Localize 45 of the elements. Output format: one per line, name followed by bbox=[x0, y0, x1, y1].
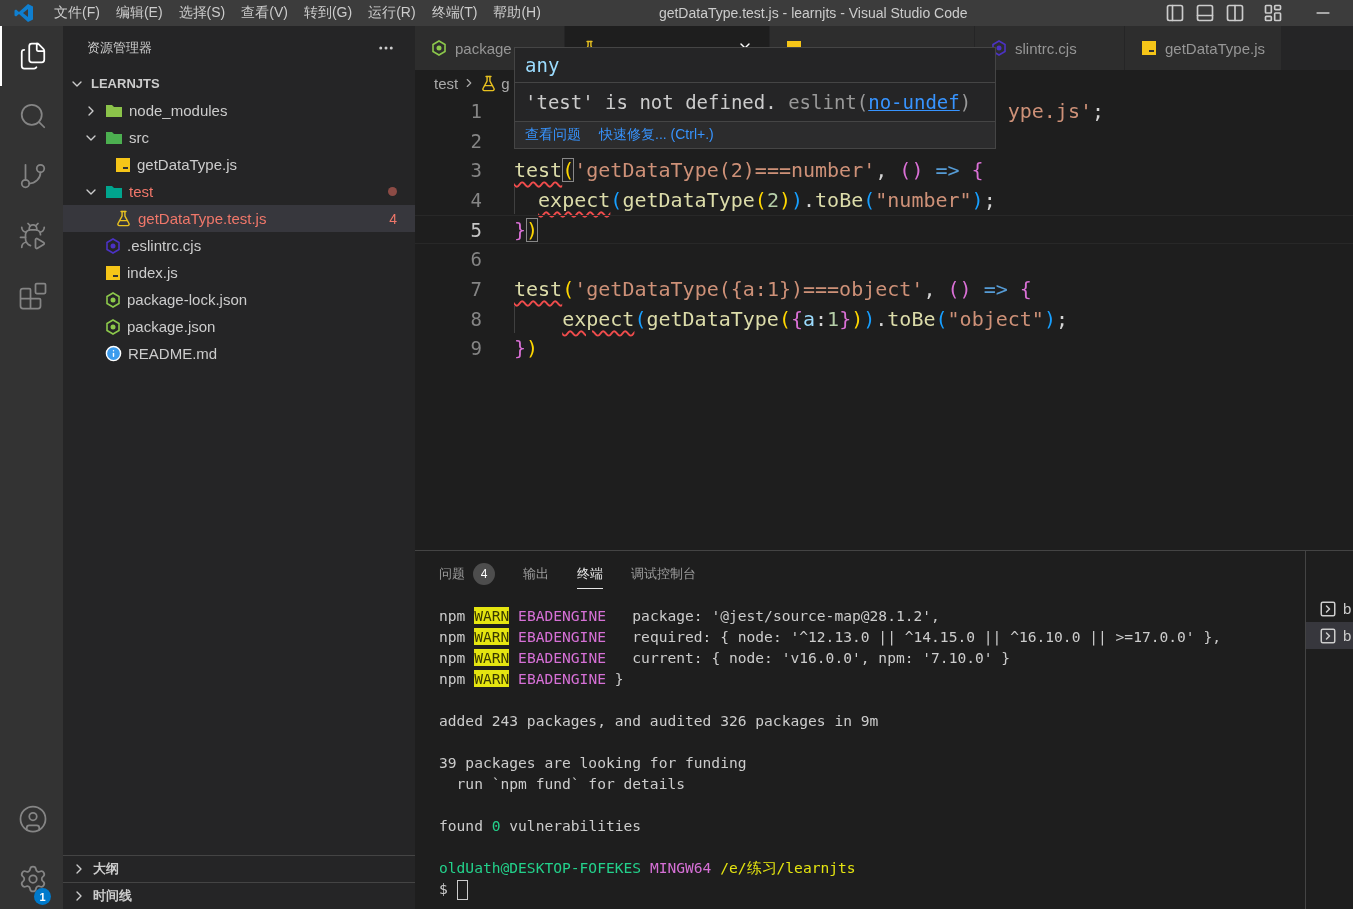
file-name: package.json bbox=[127, 318, 216, 335]
line-number: 9 bbox=[469, 337, 482, 360]
file-name: src bbox=[129, 129, 149, 146]
code-line: }) bbox=[514, 217, 539, 242]
file-name: .eslintrc.cjs bbox=[127, 237, 202, 254]
terminal-line: npm WARN EBADENGINE current: { node: 'v16.0.0', npm: '7.10.0' } bbox=[439, 648, 1012, 668]
code-line: expect(getDataType({a:1})).toBe("object"); bbox=[562, 306, 1068, 331]
terminal-line: oldUath@DESKTOP-FOFEKES MINGW64 /e/练习/learnjts bbox=[439, 858, 857, 878]
count-badge: 4 bbox=[473, 562, 495, 585]
terminal-line: added 243 packages, and audited 326 packages in 9m bbox=[439, 711, 880, 731]
terminal-line: $ bbox=[439, 878, 1305, 899]
file-name: index.js bbox=[127, 264, 178, 281]
code-line: test('getDataType(2)===number', () => { bbox=[514, 158, 984, 183]
terminal-line: npm WARN EBADENGINE } bbox=[439, 669, 625, 689]
file-name: node_modules bbox=[129, 102, 228, 119]
code-line: }) bbox=[514, 336, 539, 361]
file-name: getDataType.js bbox=[137, 156, 238, 173]
terminal-line: 39 packages are looking for funding bbox=[439, 753, 748, 773]
line-number: 5 bbox=[469, 218, 482, 241]
window-title: getDataType.test.js - learnjts - Visual Studio Code bbox=[658, 5, 968, 21]
code-line: ype.js'; bbox=[1007, 98, 1104, 123]
project-name: LEARNJTS bbox=[91, 76, 160, 91]
line-number: 4 bbox=[469, 188, 482, 211]
problem-count: 4 bbox=[389, 210, 397, 227]
line-number: 3 bbox=[469, 159, 482, 182]
terminal-line: npm WARN EBADENGINE required: { node: '^12.13.0 || ^14.15.0 || ^16.10.0 || >=17.0.0' }, bbox=[439, 627, 1222, 647]
line-number: 1 bbox=[469, 99, 482, 122]
file-name: test bbox=[129, 183, 154, 200]
line-number: 6 bbox=[469, 248, 482, 271]
file-name: getDataType.test.js bbox=[138, 210, 267, 227]
code-line: test('getDataType({a:1})===object', () => { bbox=[514, 276, 1032, 301]
line-number: 2 bbox=[469, 129, 482, 152]
terminal-line: run `npm fund` for details bbox=[455, 774, 686, 794]
line-number: 7 bbox=[469, 277, 482, 300]
code-line: expect(getDataType(2)).toBe("number"); bbox=[538, 187, 996, 212]
section-title: 大纲 bbox=[93, 860, 119, 878]
section-title: 时间线 bbox=[93, 887, 132, 905]
line-number: 8 bbox=[469, 307, 482, 330]
notification-badge: 1 bbox=[34, 888, 51, 905]
file-name: package-lock.json bbox=[127, 291, 248, 308]
explorer-title: 资源管理器 bbox=[87, 39, 152, 57]
terminal-line: npm WARN EBADENGINE package: '@jest/source-map@28.1.2', bbox=[439, 606, 941, 626]
terminal-line: found 0 vulnerabilities bbox=[439, 816, 643, 836]
type-label: any bbox=[515, 48, 995, 83]
file-name: README.md bbox=[128, 345, 218, 362]
